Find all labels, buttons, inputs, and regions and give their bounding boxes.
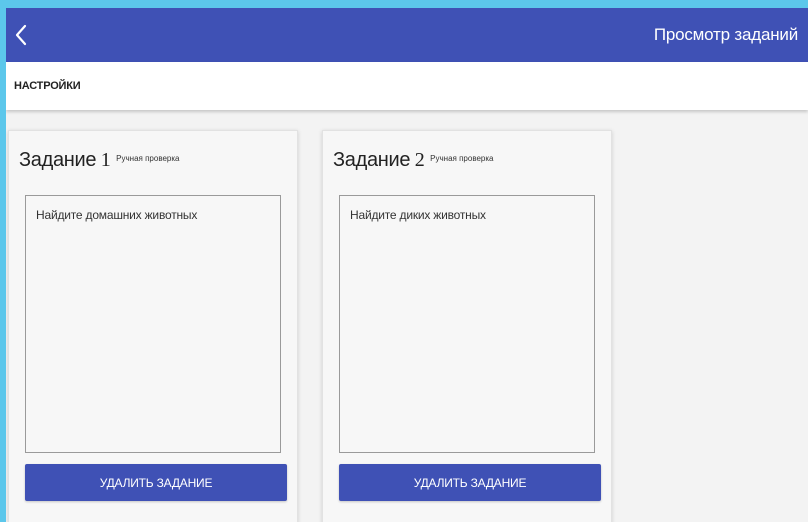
task-text-area[interactable]: Найдите диких животных	[339, 195, 595, 453]
task-text-area[interactable]: Найдите домашних животных	[25, 195, 281, 453]
app-screen: Просмотр заданий НАСТРОЙКИ Задание 1 Руч…	[6, 8, 808, 522]
task-title: Задание	[333, 149, 411, 171]
task-number: 1	[100, 149, 111, 171]
task-card-header: Задание 2 Ручная проверка	[333, 149, 494, 172]
task-number: 2	[414, 149, 425, 171]
task-check-type: Ручная проверка	[430, 154, 494, 163]
task-card-header: Задание 1 Ручная проверка	[19, 149, 180, 172]
chevron-left-icon	[15, 24, 27, 46]
task-check-type: Ручная проверка	[116, 154, 180, 163]
page-title: Просмотр заданий	[653, 25, 798, 44]
task-title: Задание	[19, 149, 97, 171]
settings-tab[interactable]: НАСТРОЙКИ	[14, 62, 81, 110]
task-card-2: Задание 2 Ручная проверка Найдите диких …	[322, 130, 612, 522]
delete-task-button[interactable]: УДАЛИТЬ ЗАДАНИЕ	[339, 464, 601, 501]
back-button[interactable]	[8, 18, 34, 52]
app-bar: Просмотр заданий	[6, 8, 808, 62]
settings-bar: НАСТРОЙКИ	[6, 62, 808, 110]
task-card-1: Задание 1 Ручная проверка Найдите домашн…	[8, 130, 298, 522]
delete-task-button[interactable]: УДАЛИТЬ ЗАДАНИЕ	[25, 464, 287, 501]
